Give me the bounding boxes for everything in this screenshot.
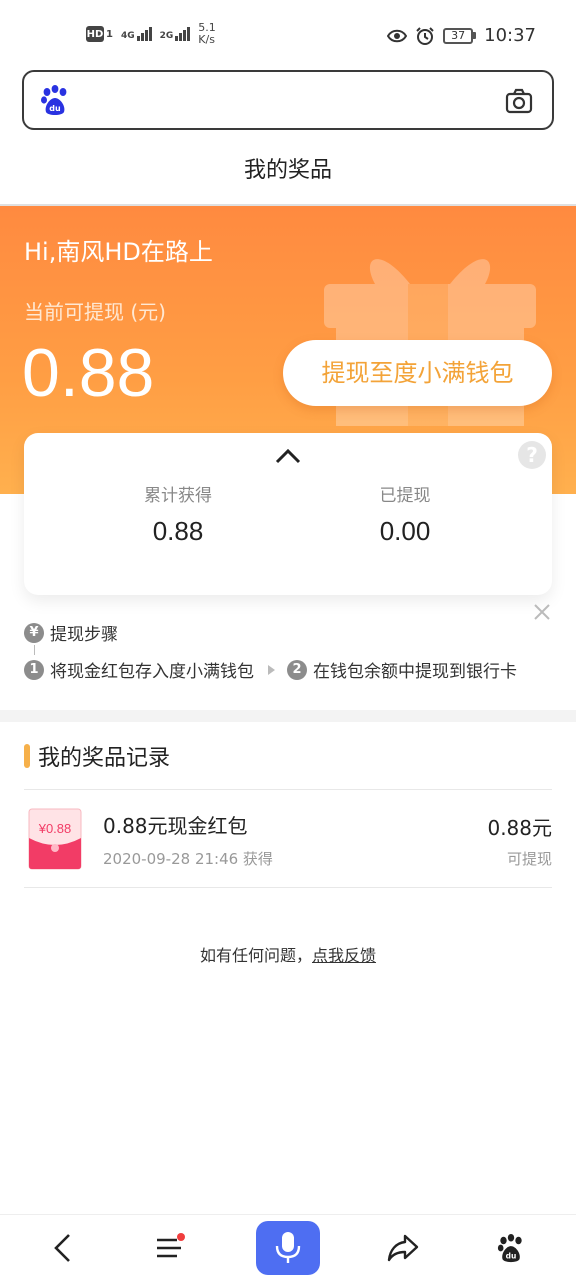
stat-withdrawn: 已提现 0.00 — [305, 481, 505, 547]
battery-level: 37 — [443, 27, 474, 44]
step-1-badge: 1 — [24, 659, 44, 680]
voice-search-button[interactable] — [256, 1221, 320, 1275]
stat-total-value: 0.88 — [152, 516, 204, 546]
svg-text:du: du — [506, 1251, 517, 1260]
stat-withdrawn-label: 已提现 — [379, 486, 431, 506]
greeting-text: Hi,南风HD在路上 — [24, 238, 213, 266]
share-icon — [387, 1234, 419, 1262]
record-time: 2020-09-28 21:46 获得 — [103, 850, 273, 868]
step-2-badge: 2 — [287, 659, 307, 680]
record-thumb-label: ¥0.88 — [38, 821, 72, 836]
red-envelope-icon: ¥0.88 — [28, 808, 82, 870]
back-icon — [54, 1234, 70, 1262]
net-4g-label: 4G — [120, 31, 135, 41]
step-connector — [34, 645, 35, 655]
steps-title: 提现步骤 — [50, 625, 118, 645]
step-2-text: 在钱包余额中提现到银行卡 — [313, 662, 517, 682]
yen-icon: ¥ — [24, 622, 44, 643]
share-button[interactable] — [380, 1225, 426, 1271]
steps-title-row: ¥ 提现步骤 — [24, 620, 554, 645]
bottom-nav: du — [0, 1214, 576, 1280]
camera-icon[interactable] — [504, 86, 534, 116]
feedback-line: 如有任何问题，点我反馈 — [0, 942, 576, 966]
withdrawable-amount: 0.88 — [22, 335, 155, 411]
page-title: 我的奖品 — [243, 158, 332, 183]
battery-icon: 37 — [443, 27, 477, 44]
feedback-prefix: 如有任何问题， — [199, 946, 312, 965]
records-title: 我的奖品记录 — [38, 746, 171, 771]
status-right: 37 10:37 — [387, 25, 536, 46]
withdraw-steps: ¥ 提现步骤 1 将现金红包存入度小满钱包 2 在钱包余额中提现到银行卡 — [24, 604, 554, 690]
step-1-text: 将现金红包存入度小满钱包 — [50, 662, 254, 682]
status-left: HD 1 4G 2G 5.1 K/s — [86, 22, 216, 46]
signal-2g: 2G — [160, 27, 191, 41]
help-icon[interactable]: ? — [518, 441, 546, 469]
divider — [24, 887, 552, 888]
baidu-paw-logo-icon: du — [41, 85, 67, 115]
signal-4g: 4G — [121, 27, 152, 41]
status-bar: HD 1 4G 2G 5.1 K/s 37 10:37 — [0, 0, 576, 66]
back-button[interactable] — [40, 1225, 86, 1271]
svg-text:du: du — [49, 104, 61, 113]
mic-icon — [275, 1232, 301, 1263]
records-header: 我的奖品记录 — [24, 740, 170, 772]
withdraw-to-wallet-button[interactable]: 提现至度小满钱包 — [283, 340, 552, 406]
speed-unit: K/s — [198, 33, 215, 46]
step-arrow-icon — [268, 664, 275, 675]
accent-bar — [24, 744, 30, 768]
baidu-paw-icon: du — [497, 1233, 522, 1263]
net-2g-label: 2G — [159, 31, 174, 41]
feedback-link[interactable]: 点我反馈 — [312, 946, 376, 965]
record-status: 可提现 — [506, 850, 552, 868]
menu-icon — [157, 1233, 185, 1258]
clock: 10:37 — [484, 25, 536, 46]
search-bar[interactable]: du — [22, 70, 554, 130]
close-icon[interactable] — [532, 602, 552, 622]
section-separator — [0, 710, 576, 722]
stat-total: 累计获得 0.88 — [78, 481, 278, 547]
stats-card: ? 累计获得 0.88 已提现 0.00 — [24, 433, 552, 595]
network-speed: 5.1 K/s — [198, 22, 216, 46]
withdrawable-label: 当前可提现 (元) — [24, 300, 166, 324]
stat-total-label: 累计获得 — [144, 486, 212, 506]
alarm-icon — [416, 26, 434, 45]
record-amount: 0.88元 — [487, 816, 552, 840]
chevron-up-icon[interactable] — [274, 447, 302, 465]
record-title: 0.88元现金红包 — [103, 814, 248, 838]
stat-withdrawn-value: 0.00 — [379, 516, 431, 546]
menu-button[interactable] — [148, 1225, 194, 1271]
eye-icon — [387, 29, 408, 42]
baidu-home-button[interactable]: du — [488, 1225, 534, 1271]
hd-sim-number: 1 — [106, 28, 113, 40]
hd-badge: HD — [86, 26, 104, 42]
record-item[interactable]: ¥0.88 0.88元现金红包 2020-09-28 21:46 获得 0.88… — [24, 790, 552, 888]
steps-row: 1 将现金红包存入度小满钱包 2 在钱包余额中提现到银行卡 — [24, 657, 554, 682]
